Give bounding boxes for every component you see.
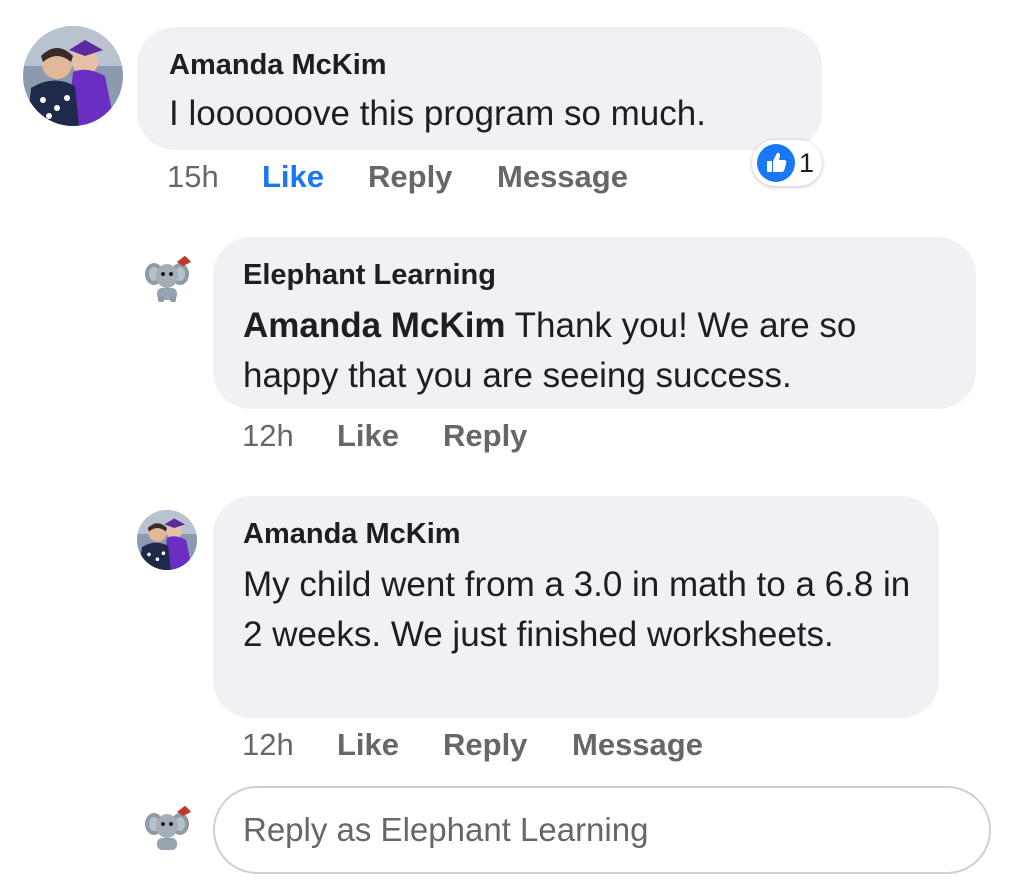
reply-timestamp[interactable]: 12h xyxy=(242,416,294,456)
reply-button[interactable]: Reply xyxy=(443,416,527,456)
reply-composer[interactable] xyxy=(213,786,991,874)
comment-text: I loooooove this program so much. xyxy=(169,94,706,133)
avatar-elephant-learning xyxy=(137,800,197,860)
like-button[interactable]: Like xyxy=(262,157,324,197)
avatar-elephant-learning[interactable] xyxy=(137,250,197,310)
reply-bubble: Elephant Learning Amanda McKim Thank you… xyxy=(213,237,976,409)
message-button[interactable]: Message xyxy=(497,157,628,197)
reply-author[interactable]: Amanda McKim xyxy=(243,516,919,552)
like-button[interactable]: Like xyxy=(337,416,399,456)
comment-bubble: Amanda McKim I loooooove this program so… xyxy=(137,27,822,150)
reply-text: Amanda McKim Thank you! We are so happy … xyxy=(243,301,956,401)
comment-author[interactable]: Amanda McKim xyxy=(169,47,822,83)
reply-actions: 12h Like Reply xyxy=(242,416,642,456)
reply-input[interactable] xyxy=(243,802,943,858)
message-button[interactable]: Message xyxy=(572,725,703,765)
mention-tag[interactable]: Amanda McKim xyxy=(243,306,506,345)
reply-author[interactable]: Elephant Learning xyxy=(243,257,956,293)
reaction-count: 1 xyxy=(799,148,815,178)
like-button[interactable]: Like xyxy=(337,725,399,765)
avatar-amanda[interactable] xyxy=(137,510,197,570)
comment-actions: 15h Like Reply Message xyxy=(167,157,767,197)
reply-text: My child went from a 3.0 in math to a 6.… xyxy=(243,565,911,654)
reply-bubble: Amanda McKim My child went from a 3.0 in… xyxy=(213,496,939,718)
avatar-amanda[interactable] xyxy=(23,26,123,126)
reply-actions: 12h Like Reply Message xyxy=(242,725,742,765)
reply-button[interactable]: Reply xyxy=(443,725,527,765)
reply-button[interactable]: Reply xyxy=(368,157,452,197)
comment-timestamp[interactable]: 15h xyxy=(167,157,219,197)
reply-timestamp[interactable]: 12h xyxy=(242,725,294,765)
